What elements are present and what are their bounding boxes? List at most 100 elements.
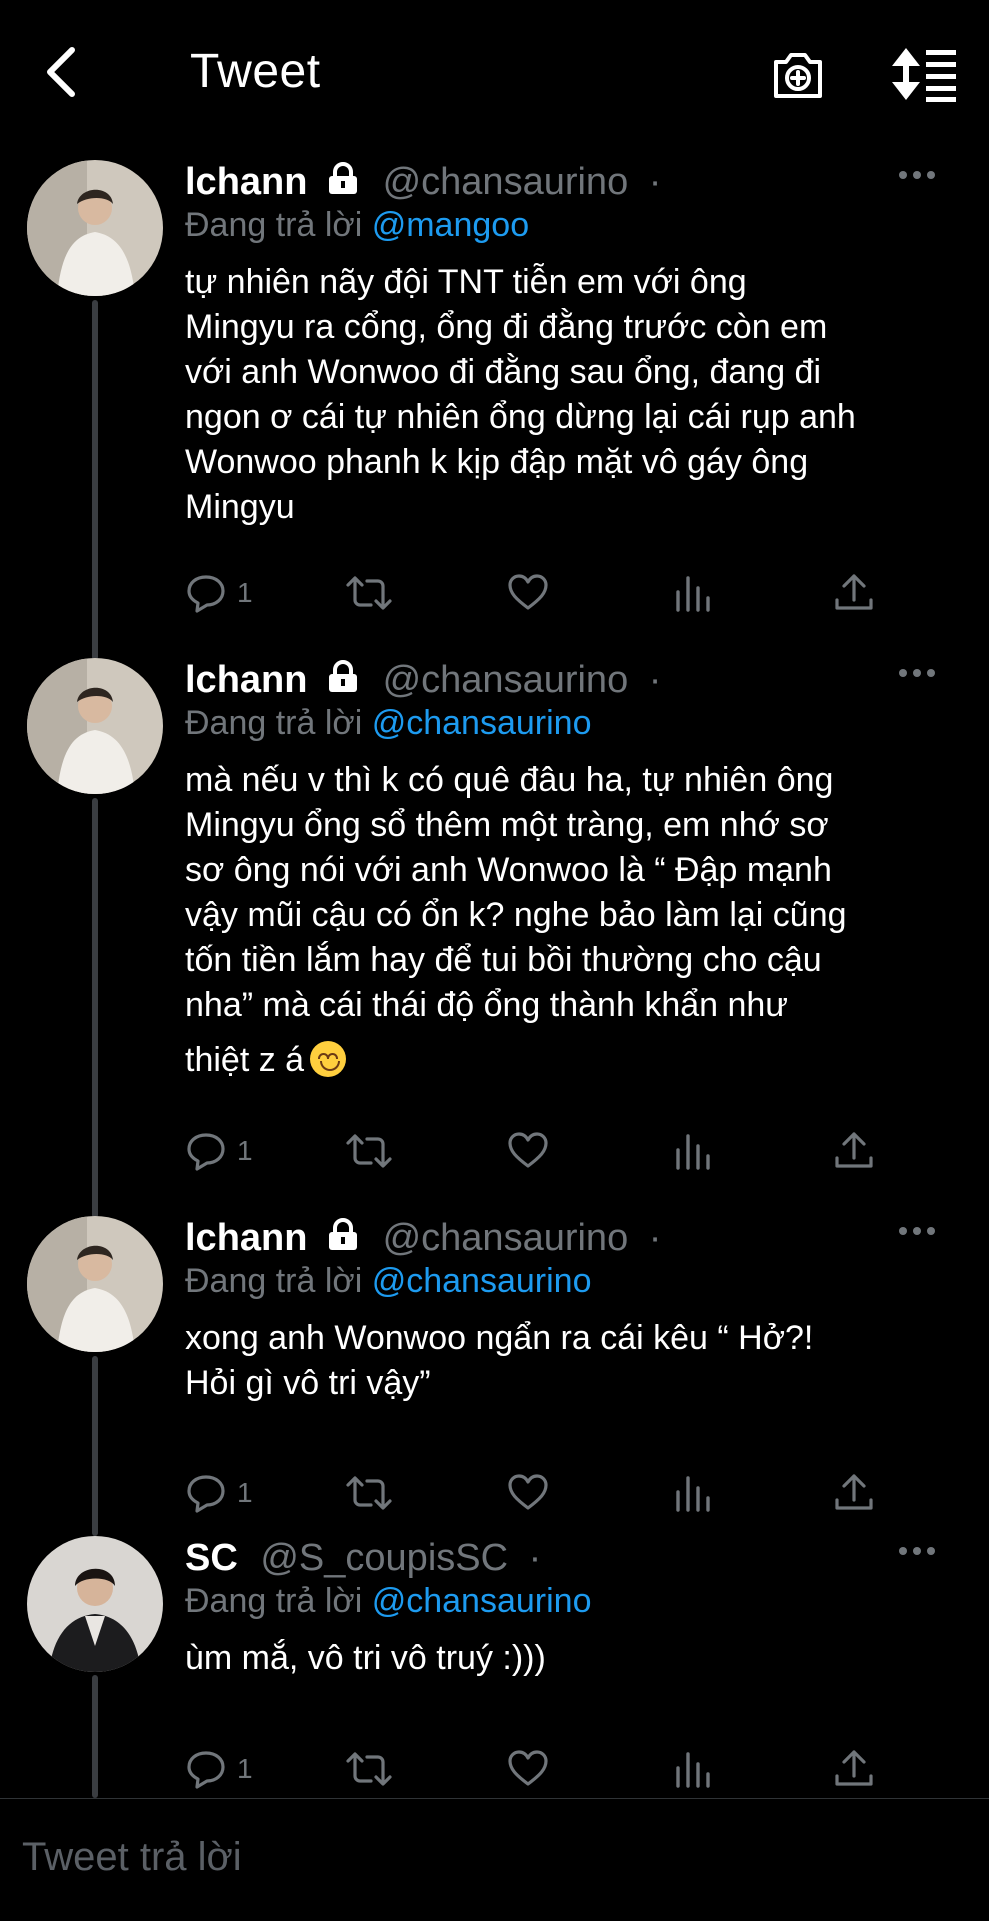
like-icon [507, 572, 549, 614]
user-handle[interactable]: @S_coupisSC [260, 1537, 508, 1579]
tweet-text-line: sơ ông nói với anh Wonwoo là “ Đập mạnh [185, 851, 832, 889]
share-button[interactable] [833, 568, 875, 618]
back-arrow-icon[interactable] [36, 42, 96, 102]
analytics-icon [673, 1472, 713, 1514]
thread-connector [92, 1675, 98, 1798]
share-icon [833, 572, 875, 614]
analytics-button[interactable] [673, 1744, 713, 1794]
more-icon[interactable] [887, 654, 947, 684]
display-name[interactable]: lchann [185, 1217, 307, 1259]
analytics-button[interactable] [673, 1126, 713, 1176]
tweet-text-line: Hỏi gì vô tri vậy” [185, 1364, 431, 1402]
share-icon [833, 1472, 875, 1514]
share-icon [833, 1130, 875, 1172]
camera-icon[interactable] [768, 44, 828, 104]
replying-to: Đang trả lời @chansaurino [185, 1260, 959, 1302]
analytics-icon [673, 1130, 713, 1172]
reply-icon [185, 1130, 227, 1172]
tweet-text: xong anh Wonwoo ngẩn ra cái kêu “ Hở?! H… [185, 1316, 959, 1406]
lock-icon [326, 162, 360, 206]
tweet-text-line: với anh Wonwoo đi đằng sau ổng, đang đi [185, 353, 822, 391]
tweet-text-line: vậy mũi cậu có ổn k? nghe bảo làm lại cũ… [185, 896, 847, 934]
reply-input[interactable]: Tweet trả lời [22, 1835, 242, 1880]
more-icon[interactable] [887, 1212, 947, 1242]
replying-to-label: Đang trả lời [185, 704, 363, 742]
tweet-text-last-line: thiệt z á [185, 1038, 959, 1083]
reply-count: 1 [237, 1753, 253, 1784]
mention-link[interactable]: @chansaurino [372, 1582, 592, 1620]
tweet-text-line: thiệt z á [185, 1041, 305, 1079]
user-handle[interactable]: @chansaurino [383, 659, 629, 701]
top-bar: Tweet [0, 0, 989, 150]
reply-icon [185, 1472, 227, 1514]
share-button[interactable] [833, 1468, 875, 1518]
like-icon [507, 1472, 549, 1514]
mention-link[interactable]: @mangoo [372, 206, 529, 244]
tweet-text-line: Mingyu ra cổng, ổng đi đằng trước còn em [185, 308, 828, 346]
avatar[interactable] [27, 160, 163, 296]
retweet-button[interactable] [345, 568, 393, 618]
reply-count: 1 [237, 1477, 253, 1508]
reply-icon [185, 572, 227, 614]
tweet-actions: 1 [185, 1126, 885, 1176]
tweet-text: tự nhiên nãy đội TNT tiễn em với ông Min… [185, 260, 959, 530]
reply-count: 1 [237, 1135, 253, 1166]
page-title: Tweet [190, 45, 321, 98]
retweet-button[interactable] [345, 1126, 393, 1176]
tweet-actions: 1 [185, 1468, 885, 1518]
analytics-icon [673, 572, 713, 614]
share-button[interactable] [833, 1126, 875, 1176]
lock-icon [326, 1218, 360, 1262]
tweet-actions: 1 [185, 1744, 885, 1794]
tweet-author-row: lchann @chansaurino · [185, 658, 959, 702]
share-button[interactable] [833, 1744, 875, 1794]
display-name[interactable]: lchann [185, 161, 307, 203]
avatar[interactable] [27, 1216, 163, 1352]
retweet-button[interactable] [345, 1468, 393, 1518]
retweet-button[interactable] [345, 1744, 393, 1794]
separator-dot: · [648, 161, 662, 203]
avatar[interactable] [27, 1536, 163, 1672]
tweet-text-line: ngon ơ cái tự nhiên ổng dừng lại cái rụp… [185, 398, 856, 436]
tweet-text-line: ùm mắ, vô tri vô truý :))) [185, 1639, 546, 1677]
tweet-text-line: tốn tiền lắm hay để tui bồi thường cho c… [185, 941, 822, 979]
lock-icon [326, 660, 360, 704]
like-button[interactable] [507, 1744, 549, 1794]
reply-icon [185, 1748, 227, 1790]
sort-icon[interactable] [890, 44, 960, 104]
analytics-button[interactable] [673, 1468, 713, 1518]
mention-link[interactable]: @chansaurino [372, 1262, 592, 1300]
like-button[interactable] [507, 568, 549, 618]
reply-button[interactable]: 1 [185, 1744, 253, 1794]
like-button[interactable] [507, 1468, 549, 1518]
more-icon[interactable] [887, 1532, 947, 1562]
user-handle[interactable]: @chansaurino [383, 161, 629, 203]
more-icon[interactable] [887, 156, 947, 186]
replying-to-label: Đang trả lời [185, 1582, 363, 1620]
reply-count: 1 [237, 577, 253, 608]
tweet-text-line: Wonwoo phanh k kịp đập mặt vô gáy ông [185, 443, 809, 481]
separator-dot: · [648, 659, 662, 701]
retweet-icon [345, 1130, 393, 1172]
like-button[interactable] [507, 1126, 549, 1176]
mention-link[interactable]: @chansaurino [372, 704, 592, 742]
tweet-actions: 1 [185, 568, 885, 618]
reply-button[interactable]: 1 [185, 1468, 253, 1518]
avatar[interactable] [27, 658, 163, 794]
replying-to-label: Đang trả lời [185, 1262, 363, 1300]
thread-connector [92, 300, 98, 660]
tweet-text: mà nếu v thì k có quê đâu ha, tự nhiên ô… [185, 758, 959, 1083]
tweet-text-line: mà nếu v thì k có quê đâu ha, tự nhiên ô… [185, 761, 834, 799]
display-name[interactable]: lchann [185, 659, 307, 701]
reply-button[interactable]: 1 [185, 1126, 253, 1176]
tweet-author-row: lchann @chansaurino · [185, 160, 959, 204]
thread-connector [92, 798, 98, 1218]
analytics-button[interactable] [673, 568, 713, 618]
tweet-author-row: SC @S_coupisSC · [185, 1536, 959, 1580]
user-handle[interactable]: @chansaurino [383, 1217, 629, 1259]
reply-button[interactable]: 1 [185, 568, 253, 618]
display-name[interactable]: SC [185, 1537, 238, 1579]
smiling-face-emoji-icon [310, 1041, 347, 1077]
tweet-text-line: nha” mà cái thái độ ổng thành khẩn như [185, 986, 789, 1024]
tweet-text-line: tự nhiên nãy đội TNT tiễn em với ông [185, 263, 747, 301]
